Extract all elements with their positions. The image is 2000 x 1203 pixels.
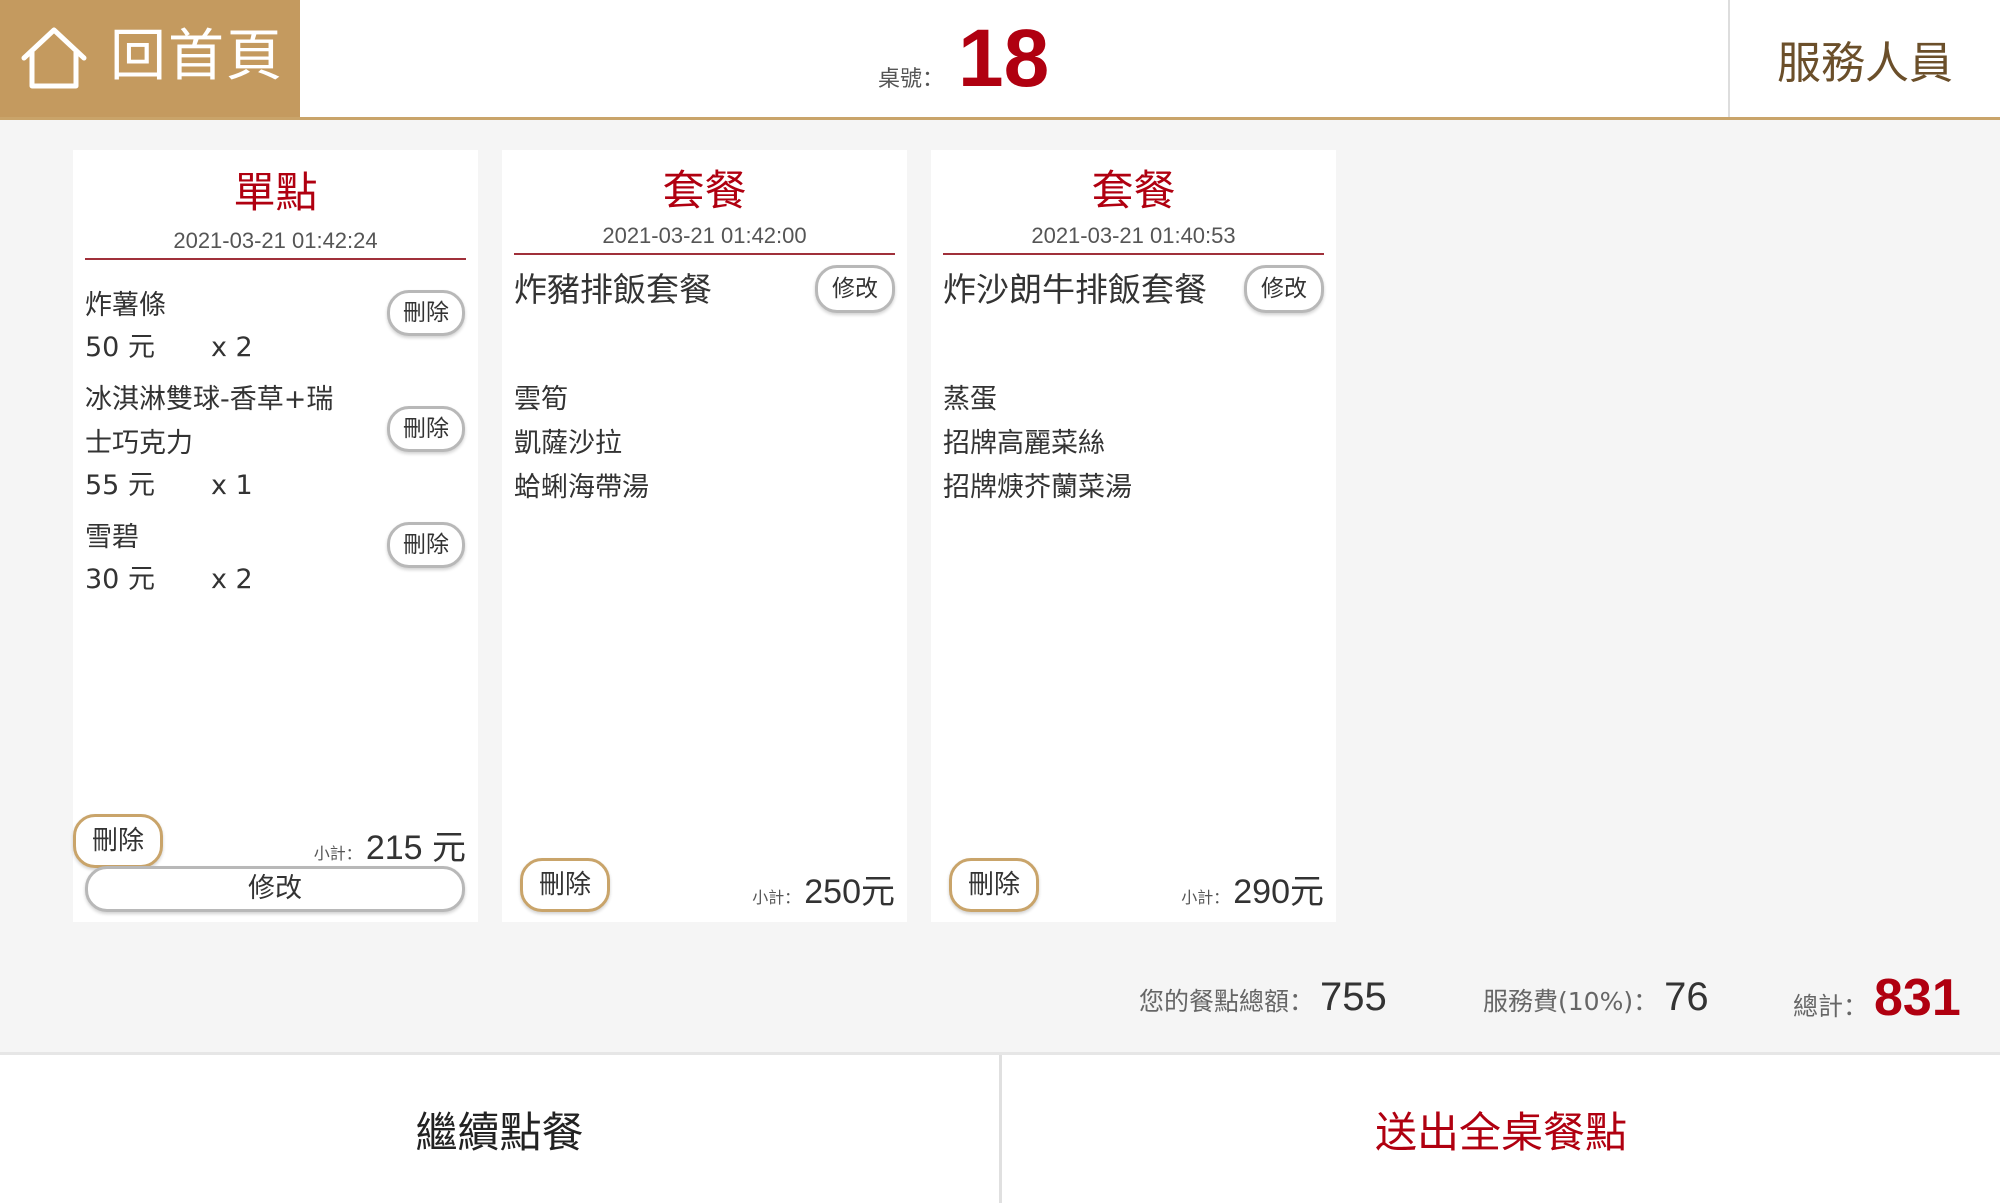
order-subtotal: 小計： 250元 bbox=[752, 864, 895, 913]
order-card-title: 單點 bbox=[233, 168, 318, 217]
staff-button[interactable]: 服務人員 bbox=[1728, 0, 2000, 117]
food-total: 您的餐點總額： 755 bbox=[1139, 975, 1387, 1035]
delete-item-button[interactable]: 刪除 bbox=[387, 406, 465, 452]
set-meal-side: 凱薩沙拉 bbox=[514, 428, 622, 459]
set-meal-side: 蛤蜊海帶湯 bbox=[514, 472, 649, 503]
subtotal-label: 小計： bbox=[1181, 888, 1230, 907]
order-card-time: 2021-03-21 01:42:00 bbox=[602, 223, 807, 248]
table-number-label: 桌號： bbox=[878, 67, 945, 92]
home-icon bbox=[21, 27, 87, 89]
order-subtotal: 小計： 215 元 bbox=[314, 820, 466, 869]
order-card-divider bbox=[85, 258, 466, 260]
continue-ordering-button[interactable]: 繼續點餐 bbox=[0, 1055, 999, 1203]
order-card-title: 套餐 bbox=[1091, 166, 1176, 215]
order-card-time: 2021-03-21 01:42:24 bbox=[173, 228, 378, 253]
order-card-set: 套餐 2021-03-21 01:40:53 炸沙朗牛排飯套餐 修改 蒸蛋 招牌… bbox=[931, 150, 1336, 922]
table-number-value: 18 bbox=[958, 13, 1050, 104]
delete-order-button[interactable]: 刪除 bbox=[949, 858, 1039, 912]
order-subtotal: 小計： 290元 bbox=[1181, 864, 1324, 913]
set-meal-side: 雲筍 bbox=[514, 384, 568, 415]
order-card-title: 套餐 bbox=[662, 166, 747, 215]
grand-total-value: 831 bbox=[1874, 969, 1961, 1027]
order-item-name: 雪碧 bbox=[85, 522, 139, 553]
order-item-name-cont: 士巧克力 bbox=[85, 428, 193, 459]
edit-set-button[interactable]: 修改 bbox=[815, 265, 895, 313]
submit-order-button[interactable]: 送出全桌餐點 bbox=[1002, 1055, 2000, 1203]
service-fee: 服務費(10%)： 76 bbox=[1483, 975, 1709, 1035]
subtotal-value: 290元 bbox=[1233, 873, 1324, 911]
subtotal-value: 250元 bbox=[804, 873, 895, 911]
order-card-set: 套餐 2021-03-21 01:42:00 炸豬排飯套餐 修改 雲筍 凱薩沙拉… bbox=[502, 150, 907, 922]
order-item-price: 30 元 bbox=[85, 564, 155, 595]
set-meal-name: 炸沙朗牛排飯套餐 bbox=[943, 270, 1207, 309]
bottom-bar: 繼續點餐 送出全桌餐點 bbox=[0, 1052, 2000, 1203]
home-label: 回首頁 bbox=[110, 24, 284, 89]
order-item-price: 55 元 bbox=[85, 470, 155, 501]
delete-order-button[interactable]: 刪除 bbox=[73, 814, 163, 868]
food-total-label: 您的餐點總額： bbox=[1139, 987, 1315, 1016]
order-item-name: 炸薯條 bbox=[85, 290, 166, 321]
subtotal-label: 小計： bbox=[752, 888, 801, 907]
edit-set-button[interactable]: 修改 bbox=[1244, 265, 1324, 313]
set-meal-side: 招牌焿芥蘭菜湯 bbox=[943, 472, 1132, 503]
order-item-qty: x 2 bbox=[211, 332, 253, 363]
subtotal-value: 215 元 bbox=[365, 829, 466, 867]
food-total-value: 755 bbox=[1320, 975, 1387, 1019]
order-card-time: 2021-03-21 01:40:53 bbox=[1031, 223, 1236, 248]
delete-order-button[interactable]: 刪除 bbox=[520, 858, 610, 912]
edit-order-button[interactable]: 修改 bbox=[85, 866, 465, 912]
home-button[interactable]: 回首頁 bbox=[0, 0, 300, 117]
subtotal-label: 小計： bbox=[313, 844, 362, 863]
service-fee-label: 服務費(10%)： bbox=[1483, 987, 1659, 1016]
order-item-price: 50 元 bbox=[85, 332, 155, 363]
table-number-display: 桌號： 18 bbox=[0, 0, 2000, 117]
order-item-qty: x 1 bbox=[211, 470, 253, 501]
delete-item-button[interactable]: 刪除 bbox=[387, 290, 465, 336]
order-item-qty: x 2 bbox=[211, 564, 253, 595]
delete-item-button[interactable]: 刪除 bbox=[387, 522, 465, 568]
order-item-name: 冰淇淋雙球-香草+瑞 bbox=[85, 384, 334, 415]
service-fee-value: 76 bbox=[1664, 975, 1709, 1019]
order-card-divider bbox=[514, 253, 895, 255]
order-card-divider bbox=[943, 253, 1324, 255]
top-bar: 回首頁 桌號： 18 服務人員 bbox=[0, 0, 2000, 120]
order-card-alacarte: 單點 2021-03-21 01:42:24 炸薯條 50 元 x 2 刪除 冰… bbox=[73, 150, 478, 922]
grand-total: 總計： 831 bbox=[1793, 968, 1961, 1028]
set-meal-side: 蒸蛋 bbox=[943, 384, 997, 415]
set-meal-name: 炸豬排飯套餐 bbox=[514, 270, 712, 309]
set-meal-side: 招牌高麗菜絲 bbox=[943, 428, 1105, 459]
grand-total-label: 總計： bbox=[1793, 992, 1869, 1021]
